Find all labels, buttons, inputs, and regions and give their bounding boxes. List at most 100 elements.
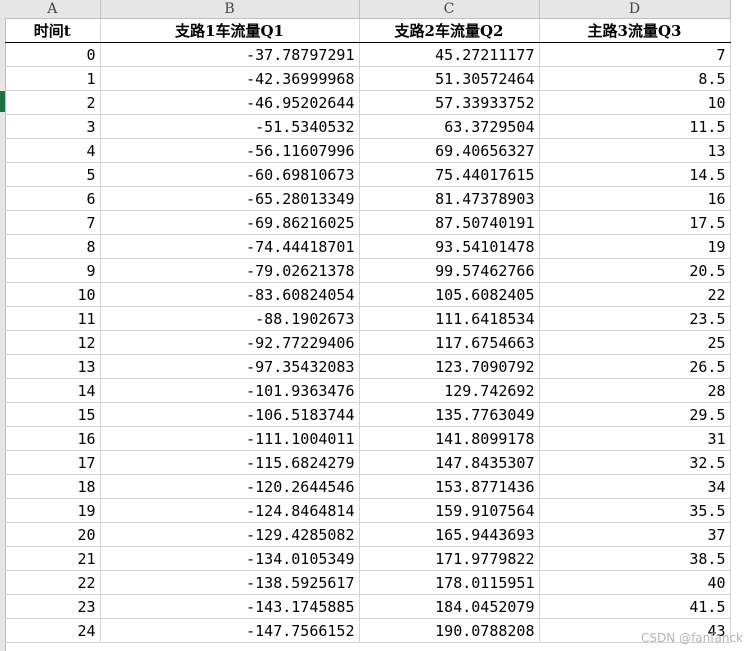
cell-q2[interactable]: 123.7090792 [359,354,540,379]
cell-q3[interactable]: 7 [539,42,731,67]
cell-q1[interactable]: -111.1004011 [100,426,360,451]
cell-q3[interactable]: 23.5 [539,306,731,331]
cell-q2[interactable]: 45.27211177 [359,42,540,67]
cell-time[interactable]: 16 [5,426,101,451]
cell-q1[interactable]: -115.6824279 [100,450,360,475]
cell-q1[interactable]: -83.60824054 [100,282,360,307]
cell-q3[interactable]: 20.5 [539,258,731,283]
cell-time[interactable]: 1 [5,66,101,91]
cell-q3[interactable]: 16 [539,186,731,211]
cell-time[interactable]: 0 [5,42,101,67]
cell-q1[interactable]: -124.8464814 [100,498,360,523]
header-cell-q3[interactable]: 主路3流量Q3 [539,18,731,43]
cell-q3[interactable]: 19 [539,234,731,259]
cell-q2[interactable]: 75.44017615 [359,162,540,187]
cell-q2[interactable]: 105.6082405 [359,282,540,307]
cell-q3[interactable]: 35.5 [539,498,731,523]
cell-q1[interactable]: -92.77229406 [100,330,360,355]
cell-q2[interactable]: 87.50740191 [359,210,540,235]
cell-time[interactable]: 24 [5,618,101,643]
cell-time[interactable]: 12 [5,330,101,355]
cell-q3[interactable]: 41.5 [539,594,731,619]
cell-q2[interactable]: 63.3729504 [359,114,540,139]
cell-time[interactable]: 3 [5,114,101,139]
header-cell-time[interactable]: 时间t [5,18,101,43]
column-header-b[interactable]: B [100,0,360,19]
cell-q2[interactable]: 129.742692 [359,378,540,403]
cell-q2[interactable]: 99.57462766 [359,258,540,283]
cell-q1[interactable]: -60.69810673 [100,162,360,187]
cell-time[interactable]: 18 [5,474,101,499]
cell-q2[interactable]: 159.9107564 [359,498,540,523]
cell-time[interactable]: 4 [5,138,101,163]
cell-q3[interactable]: 38.5 [539,546,731,571]
column-header-c[interactable]: C [359,0,540,19]
cell-q1[interactable]: -56.11607996 [100,138,360,163]
cell-q2[interactable]: 147.8435307 [359,450,540,475]
cell-q1[interactable]: -51.5340532 [100,114,360,139]
cell-q2[interactable]: 69.40656327 [359,138,540,163]
cell-time[interactable]: 21 [5,546,101,571]
cell-q3[interactable]: 25 [539,330,731,355]
cell-time[interactable]: 10 [5,282,101,307]
cell-q3[interactable]: 31 [539,426,731,451]
cell-q1[interactable]: -147.7566152 [100,618,360,643]
cell-q1[interactable]: -88.1902673 [100,306,360,331]
cell-time[interactable]: 23 [5,594,101,619]
cell-q2[interactable]: 184.0452079 [359,594,540,619]
cell-q1[interactable]: -37.78797291 [100,42,360,67]
cell-time[interactable]: 9 [5,258,101,283]
column-header-a[interactable]: A [5,0,101,19]
cell-time[interactable]: 11 [5,306,101,331]
cell-q3[interactable]: 26.5 [539,354,731,379]
cell-q2[interactable]: 135.7763049 [359,402,540,427]
cell-q2[interactable]: 57.33933752 [359,90,540,115]
cell-q3[interactable]: 32.5 [539,450,731,475]
cell-time[interactable]: 13 [5,354,101,379]
cell-q1[interactable]: -129.4285082 [100,522,360,547]
cell-q1[interactable]: -97.35432083 [100,354,360,379]
cell-time[interactable]: 19 [5,498,101,523]
cell-q3[interactable]: 37 [539,522,731,547]
header-cell-q2[interactable]: 支路2车流量Q2 [359,18,540,43]
cell-time[interactable]: 2 [5,90,101,115]
cell-q3[interactable]: 40 [539,570,731,595]
cell-q1[interactable]: -101.9363476 [100,378,360,403]
cell-time[interactable]: 22 [5,570,101,595]
cell-q1[interactable]: -46.95202644 [100,90,360,115]
cell-q2[interactable]: 81.47378903 [359,186,540,211]
cell-q3[interactable]: 17.5 [539,210,731,235]
cell-time[interactable]: 17 [5,450,101,475]
cell-time[interactable]: 6 [5,186,101,211]
cell-q2[interactable]: 178.0115951 [359,570,540,595]
cell-time[interactable]: 15 [5,402,101,427]
cell-q1[interactable]: -79.02621378 [100,258,360,283]
cell-q1[interactable]: -106.5183744 [100,402,360,427]
cell-q2[interactable]: 171.9779822 [359,546,540,571]
header-cell-q1[interactable]: 支路1车流量Q1 [100,18,360,43]
cell-time[interactable]: 20 [5,522,101,547]
cell-q3[interactable]: 34 [539,474,731,499]
cell-q3[interactable]: 14.5 [539,162,731,187]
cell-q1[interactable]: -120.2644546 [100,474,360,499]
cell-time[interactable]: 5 [5,162,101,187]
cell-q2[interactable]: 111.6418534 [359,306,540,331]
cell-q1[interactable]: -74.44418701 [100,234,360,259]
cell-q1[interactable]: -69.86216025 [100,210,360,235]
cell-q3[interactable]: 29.5 [539,402,731,427]
cell-q1[interactable]: -138.5925617 [100,570,360,595]
cell-q2[interactable]: 141.8099178 [359,426,540,451]
cell-q3[interactable]: 28 [539,378,731,403]
column-header-d[interactable]: D [539,0,731,19]
cell-q2[interactable]: 93.54101478 [359,234,540,259]
cell-q1[interactable]: -143.1745885 [100,594,360,619]
cell-q1[interactable]: -134.0105349 [100,546,360,571]
cell-q1[interactable]: -42.36999968 [100,66,360,91]
cell-q1[interactable]: -65.28013349 [100,186,360,211]
cell-q3[interactable]: 13 [539,138,731,163]
cell-q2[interactable]: 117.6754663 [359,330,540,355]
cell-q3[interactable]: 11.5 [539,114,731,139]
cell-q3[interactable]: 10 [539,90,731,115]
cell-time[interactable]: 7 [5,210,101,235]
cell-q2[interactable]: 51.30572464 [359,66,540,91]
